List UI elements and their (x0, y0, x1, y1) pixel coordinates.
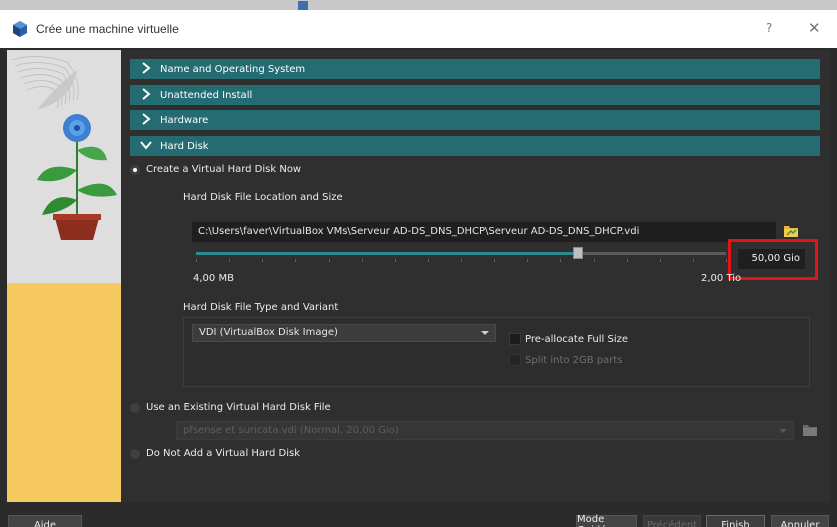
section-hardware-label: Hardware (160, 114, 209, 126)
chevron-right-icon (142, 62, 151, 74)
window-title: Crée une machine virtuelle (36, 22, 179, 36)
guided-mode-button[interactable]: Mode Guidé (576, 514, 637, 527)
slider-tick (229, 259, 230, 262)
title-bar: Crée une machine virtuelle ? ✕ (0, 10, 837, 48)
dialog-window: Crée une machine virtuelle ? ✕ Name and … (0, 10, 837, 527)
slider-tick (395, 259, 396, 262)
location-heading: Hard Disk File Location and Size (183, 192, 343, 203)
help-button[interactable]: ? (766, 21, 772, 35)
plant-illustration (11, 56, 117, 240)
dropdown-arrow-icon (779, 429, 787, 433)
preallocate-checkbox[interactable] (509, 333, 521, 345)
slider-tick (428, 259, 429, 262)
preallocate-label: Pre-allocate Full Size (525, 334, 628, 345)
slider-tick (262, 259, 263, 262)
existing-disk-value: pfsense et suricata.vdi (Normal, 20,00 G… (183, 425, 399, 436)
radio-create-disk[interactable] (130, 165, 140, 175)
split-label: Split into 2GB parts (525, 355, 623, 366)
slider-tick (362, 259, 363, 262)
size-slider-fill (196, 252, 578, 255)
cancel-button[interactable]: Annuler (771, 515, 829, 527)
help-footer-button[interactable]: Aide (8, 515, 82, 527)
chevron-right-icon (142, 113, 151, 125)
finish-button[interactable]: Finish (706, 515, 765, 527)
section-unattended-label: Unattended Install (160, 89, 253, 101)
slider-tick (560, 259, 561, 262)
section-hard-disk[interactable]: Hard Disk (130, 136, 820, 156)
taskbar-app-icon (298, 1, 308, 10)
close-button[interactable]: ✕ (808, 19, 821, 37)
disk-type-select[interactable]: VDI (VirtualBox Disk Image) (192, 324, 496, 342)
chevron-down-icon (140, 141, 152, 150)
disk-path-input[interactable]: C:\Users\faver\VirtualBox VMs\Serveur AD… (192, 222, 776, 242)
section-hard-disk-label: Hard Disk (160, 140, 209, 152)
section-hardware[interactable]: Hardware (130, 110, 820, 130)
size-max-label: 2,00 Tio (701, 273, 742, 284)
size-slider-handle[interactable] (573, 247, 583, 259)
section-unattended[interactable]: Unattended Install (130, 85, 820, 105)
slider-tick (660, 259, 661, 262)
slider-tick (527, 259, 528, 262)
section-name-os-label: Name and Operating System (160, 63, 306, 75)
desktop-background (0, 0, 837, 10)
highlight-box (728, 239, 818, 280)
virtualbox-icon (13, 21, 27, 37)
wizard-illustration (7, 50, 121, 502)
dropdown-arrow-icon (481, 331, 489, 335)
slider-tick (295, 259, 296, 262)
slider-tick (693, 259, 694, 262)
option-create-label: Create a Virtual Hard Disk Now (146, 164, 302, 175)
chevron-right-icon (142, 88, 151, 100)
previous-button: Précédent (643, 515, 701, 527)
disk-type-value: VDI (VirtualBox Disk Image) (199, 327, 338, 338)
slider-tick (594, 259, 595, 262)
option-none-label: Do Not Add a Virtual Hard Disk (146, 448, 300, 459)
folder-icon[interactable] (783, 223, 799, 238)
size-min-label: 4,00 MB (193, 273, 234, 284)
existing-disk-select: pfsense et suricata.vdi (Normal, 20,00 G… (176, 421, 794, 440)
slider-tick (627, 259, 628, 262)
option-existing-label: Use an Existing Virtual Hard Disk File (146, 402, 331, 413)
slider-tick (196, 259, 197, 262)
slider-tick (726, 259, 727, 262)
slider-tick (494, 259, 495, 262)
slider-tick (461, 259, 462, 262)
split-checkbox (509, 354, 521, 366)
radio-existing-disk[interactable] (130, 403, 140, 413)
folder-icon (803, 425, 817, 436)
section-name-os[interactable]: Name and Operating System (130, 59, 820, 79)
radio-no-disk[interactable] (130, 449, 140, 459)
type-heading: Hard Disk File Type and Variant (183, 302, 339, 313)
slider-tick (329, 259, 330, 262)
